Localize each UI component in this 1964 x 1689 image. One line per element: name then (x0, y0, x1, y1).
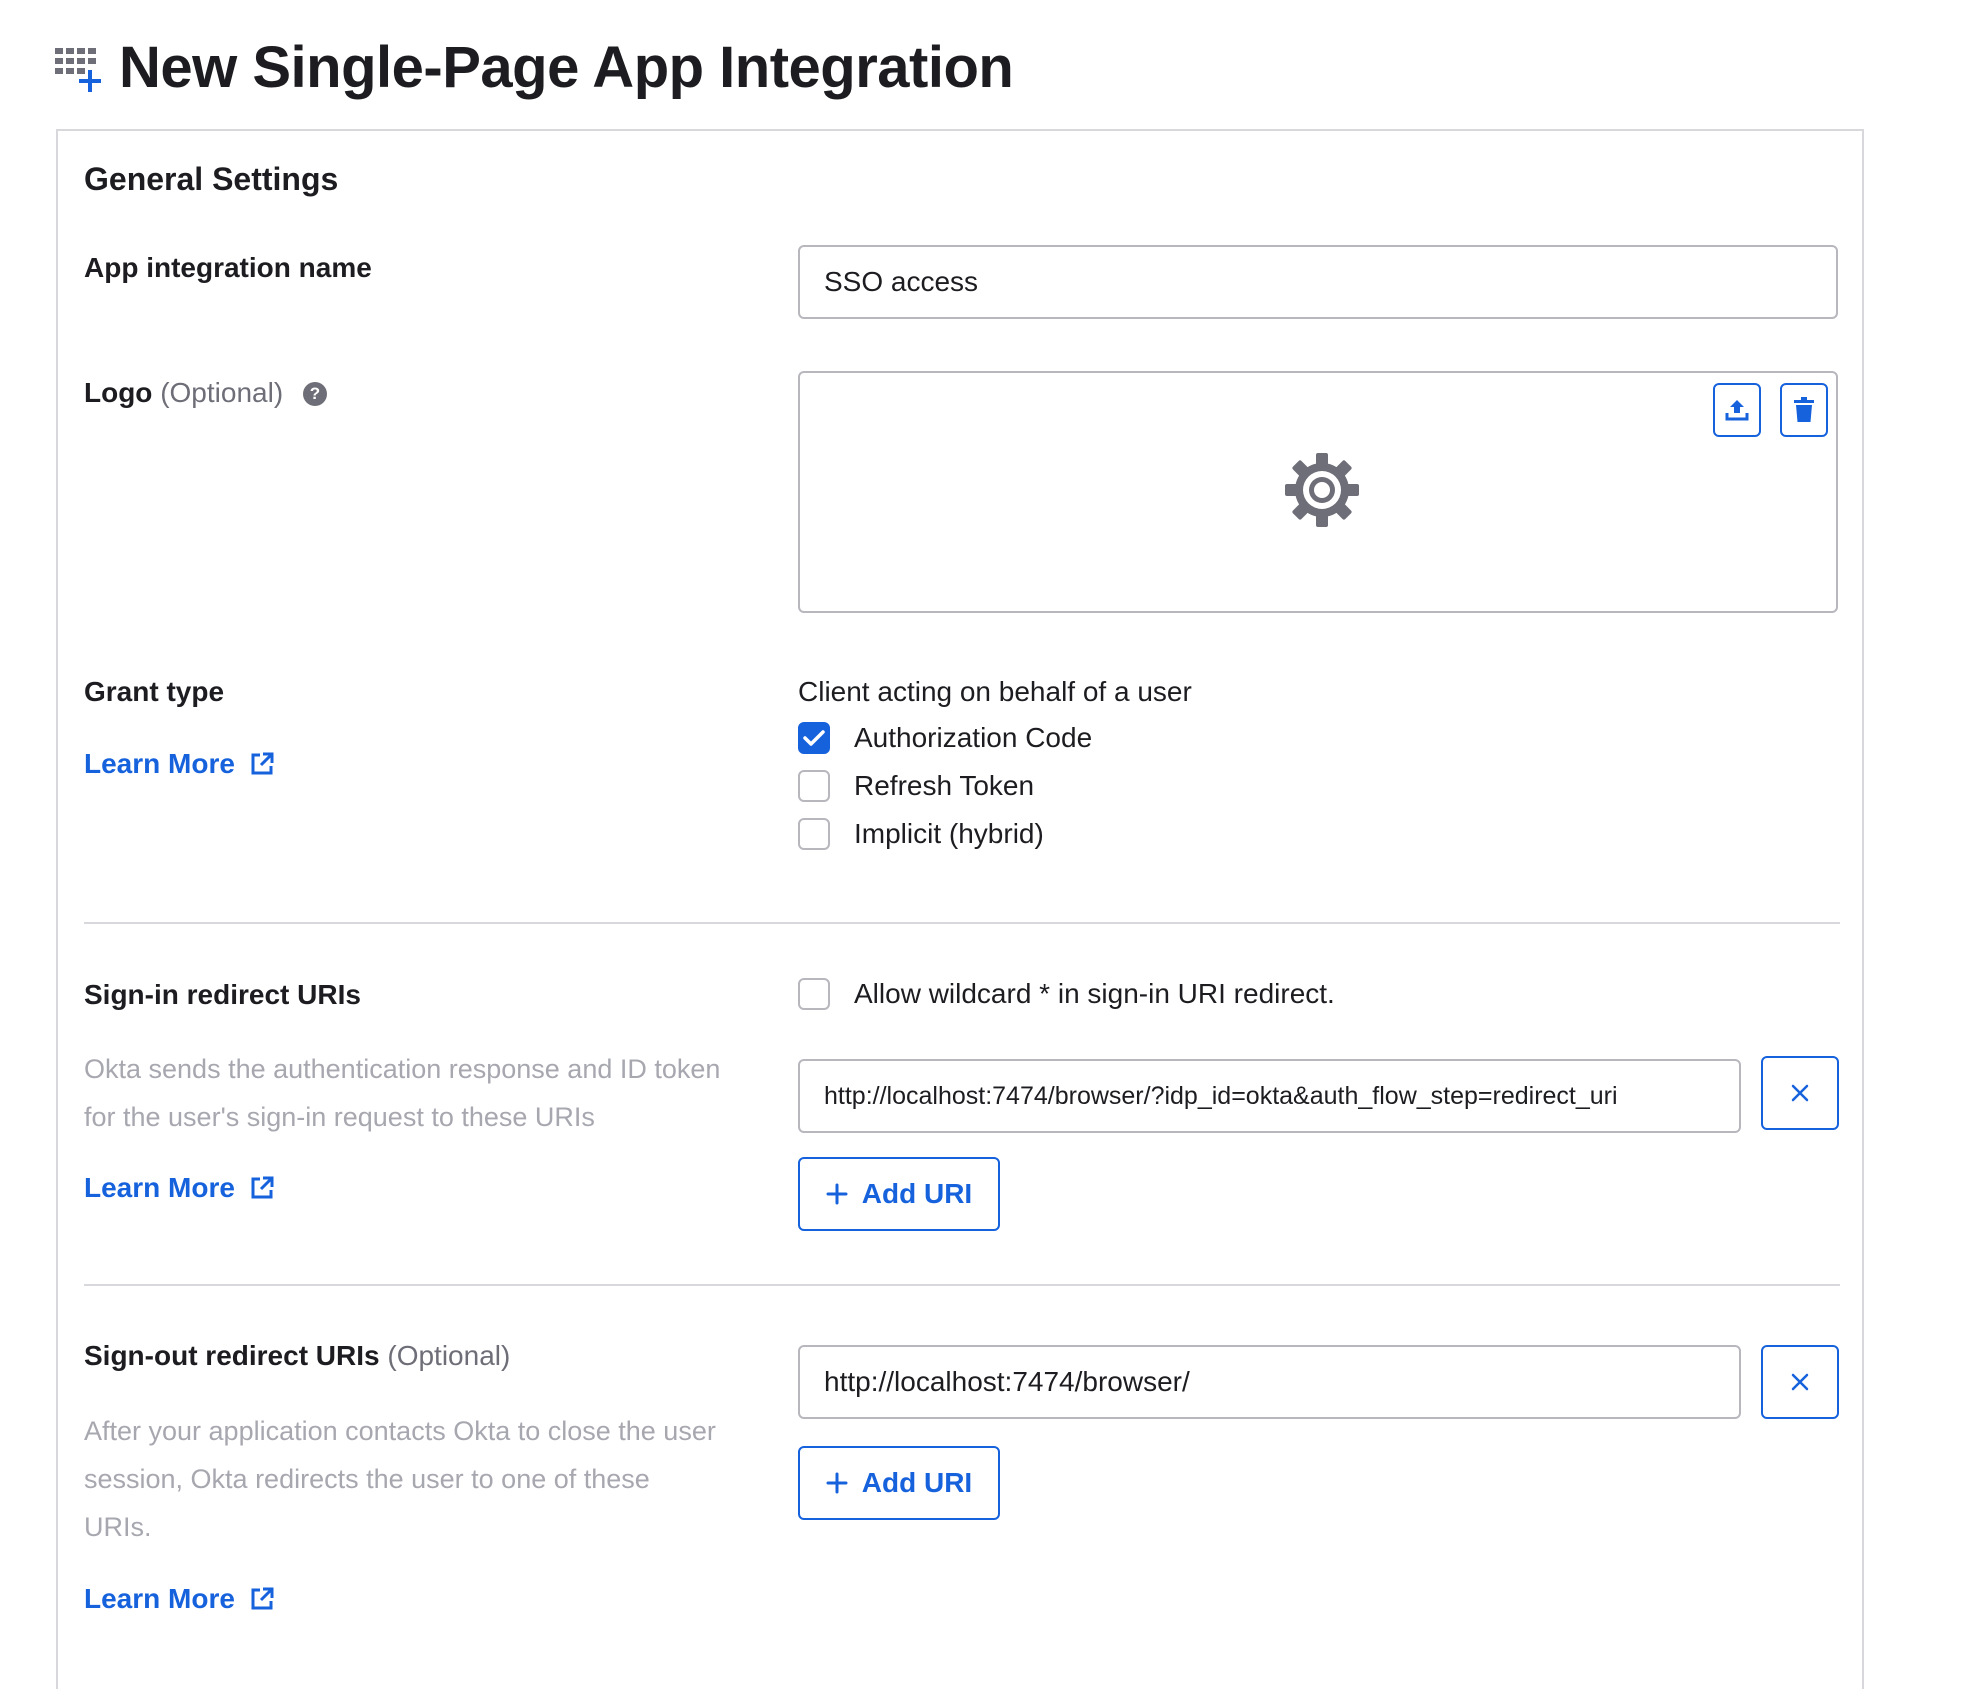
learn-more-text: Learn More (84, 1583, 235, 1614)
add-uri-label: Add URI (861, 1178, 973, 1209)
external-link-icon (251, 1587, 274, 1610)
checkbox-unchecked[interactable] (798, 818, 830, 850)
upload-logo-button[interactable] (1713, 383, 1761, 437)
allow-wildcard-option[interactable]: Allow wildcard * in sign-in URI redirect… (798, 978, 1335, 1010)
upload-icon (1725, 400, 1749, 421)
delete-logo-button[interactable] (1780, 383, 1828, 437)
external-link-icon (251, 1176, 274, 1199)
app-name-label: App integration name (84, 252, 372, 283)
close-icon (1791, 1084, 1809, 1102)
section-divider (84, 922, 1840, 924)
grant-option-authorization-code[interactable]: Authorization Code (798, 722, 1092, 754)
app-name-input[interactable]: SSO access (798, 245, 1838, 319)
remove-sign-in-uri-button[interactable] (1761, 1056, 1839, 1130)
checkbox-unchecked[interactable] (798, 770, 830, 802)
logo-label: Logo (Optional) ? (84, 377, 327, 409)
page-title: New Single-Page App Integration (119, 34, 1014, 100)
learn-more-text: Learn More (84, 1172, 235, 1203)
section-title: General Settings (84, 161, 339, 197)
logo-optional-text: (Optional) (160, 377, 284, 408)
general-settings-panel: General Settings App integration name SS… (56, 129, 1864, 1689)
page-header: New Single-Page App Integration (55, 22, 1014, 112)
plus-icon (826, 1183, 848, 1205)
learn-more-text: Learn More (84, 748, 235, 779)
logo-label-text: Logo (84, 377, 153, 408)
checkbox-checked[interactable] (798, 722, 830, 754)
sign-in-uri-input[interactable]: http://localhost:7474/browser/?idp_id=ok… (798, 1059, 1741, 1133)
sign-out-learn-more-link[interactable]: Learn More (84, 1583, 275, 1615)
sign-out-label-text: Sign-out redirect URIs (84, 1340, 380, 1371)
wildcard-label: Allow wildcard * in sign-in URI redirect… (854, 978, 1335, 1009)
grant-type-label: Grant type (84, 676, 225, 707)
sign-in-learn-more-link[interactable]: Learn More (84, 1172, 275, 1204)
section-divider (84, 1284, 1840, 1286)
sign-in-redirect-label: Sign-in redirect URIs (84, 979, 361, 1010)
grant-type-learn-more-link[interactable]: Learn More (84, 748, 275, 780)
sign-out-optional-text: (Optional) (387, 1340, 511, 1371)
checkbox-unchecked[interactable] (798, 978, 830, 1010)
option-label: Authorization Code (854, 722, 1093, 753)
plus-icon (826, 1472, 848, 1494)
option-label: Refresh Token (854, 770, 1035, 801)
sign-out-redirect-description: After your application contacts Okta to … (84, 1416, 716, 1542)
external-link-icon (251, 752, 274, 775)
add-uri-label: Add URI (861, 1467, 973, 1498)
checkmark-icon (803, 730, 825, 746)
grant-option-refresh-token[interactable]: Refresh Token (798, 770, 1034, 802)
trash-icon (1794, 397, 1814, 422)
grant-option-implicit-hybrid[interactable]: Implicit (hybrid) (798, 818, 1044, 850)
logo-dropzone[interactable] (798, 371, 1838, 613)
help-icon[interactable]: ? (302, 382, 327, 406)
apps-add-icon (55, 48, 101, 92)
sign-out-uri-input[interactable]: http://localhost:7474/browser/ (798, 1345, 1741, 1419)
close-icon (1791, 1373, 1809, 1391)
gear-icon (1285, 453, 1359, 527)
sign-out-redirect-label: Sign-out redirect URIs (Optional) (84, 1340, 510, 1372)
add-sign-in-uri-button[interactable]: Add URI (798, 1157, 1000, 1231)
add-sign-out-uri-button[interactable]: Add URI (798, 1446, 1000, 1520)
option-label: Implicit (hybrid) (854, 818, 1044, 849)
remove-sign-out-uri-button[interactable] (1761, 1345, 1839, 1419)
grant-group-label: Client acting on behalf of a user (798, 676, 1192, 707)
sign-in-redirect-description: Okta sends the authentication response a… (84, 1054, 721, 1132)
